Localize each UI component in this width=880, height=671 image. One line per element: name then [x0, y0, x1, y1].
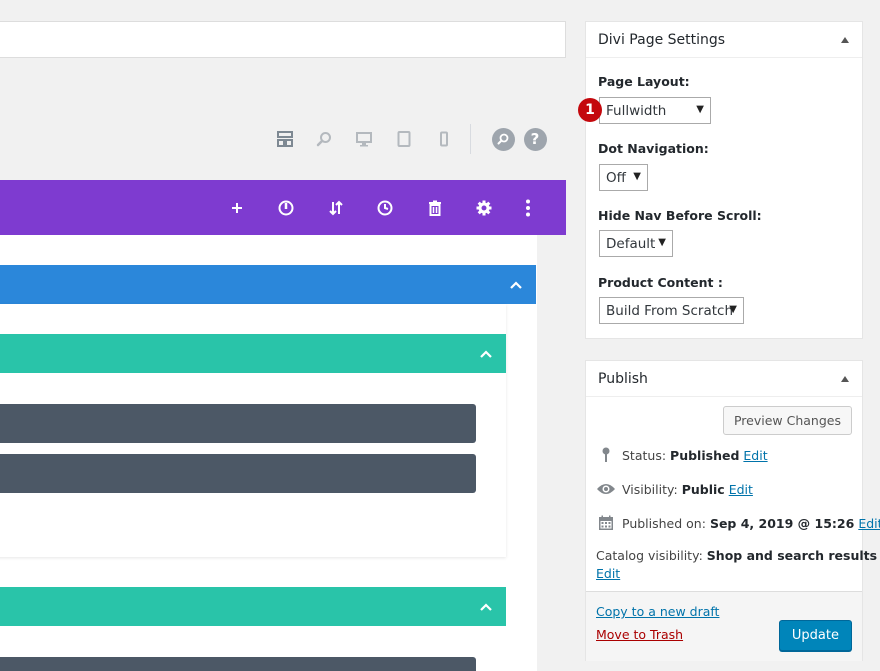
hide-nav-label: Hide Nav Before Scroll:	[598, 208, 762, 223]
page-layout-select[interactable]: Fullwidth ▼	[599, 97, 711, 124]
divi-page-settings-panel: Divi Page Settings Page Layout: Fullwidt…	[585, 21, 863, 339]
eye-icon	[596, 480, 616, 498]
panel-title: Publish	[598, 370, 648, 387]
calendar-icon	[596, 514, 616, 532]
panel-header[interactable]: Divi Page Settings	[586, 22, 862, 58]
visibility-row: Visibility: Public Edit	[596, 480, 753, 498]
published-on-row: Published on: Sep 4, 2019 @ 15:26 Edit	[596, 514, 880, 532]
visibility-label: Visibility:	[622, 481, 678, 497]
post-title-input[interactable]	[0, 21, 566, 58]
help-label: ?	[523, 127, 547, 151]
dot-navigation-label: Dot Navigation:	[598, 141, 709, 156]
wireframe-view-icon[interactable]	[270, 124, 300, 154]
dropdown-arrow-icon: ▼	[729, 304, 737, 315]
add-icon[interactable]	[222, 193, 252, 223]
panel-title: Divi Page Settings	[598, 31, 726, 48]
zoom-icon[interactable]	[309, 124, 339, 154]
panel-header[interactable]: Publish	[586, 361, 862, 397]
product-content-label: Product Content :	[598, 275, 723, 290]
update-button[interactable]: Update	[778, 620, 852, 651]
row-bar[interactable]	[0, 265, 536, 304]
catalog-visibility-value: Shop and search results	[706, 548, 878, 563]
product-content-select[interactable]: Build From Scratch ▼	[599, 297, 744, 324]
section-bar[interactable]	[0, 180, 566, 235]
phone-view-icon[interactable]	[429, 124, 459, 154]
step-number-badge: 1	[578, 98, 602, 122]
dot-navigation-value: Off	[606, 169, 626, 186]
settings-icon[interactable]	[469, 193, 499, 223]
search-icon[interactable]	[488, 124, 518, 154]
published-on-value: Sep 4, 2019 @ 15:26	[709, 515, 855, 531]
visibility-value: Public	[681, 481, 725, 497]
column-bar[interactable]	[0, 587, 506, 626]
catalog-visibility-row: Catalog visibility: Shop and search resu…	[596, 548, 877, 563]
status-row: Status: Published Edit	[596, 446, 768, 464]
sort-icon[interactable]	[321, 193, 351, 223]
module-bar[interactable]	[0, 404, 476, 443]
product-content-value: Build From Scratch	[606, 302, 734, 319]
collapse-arrow-icon[interactable]	[841, 376, 849, 382]
preview-changes-button[interactable]: Preview Changes	[722, 406, 852, 435]
more-icon[interactable]	[513, 193, 543, 223]
edit-date-link[interactable]: Edit	[858, 516, 880, 531]
dropdown-arrow-icon: ▼	[633, 171, 641, 182]
trash-icon[interactable]	[420, 193, 450, 223]
chevron-up-icon[interactable]	[508, 277, 524, 293]
history-icon[interactable]	[370, 193, 400, 223]
page-layout-value: Fullwidth	[606, 102, 667, 119]
module-bar[interactable]	[0, 454, 476, 493]
power-icon[interactable]	[271, 193, 301, 223]
chevron-up-icon[interactable]	[478, 599, 494, 615]
publish-panel: Publish Preview Changes Status: Publishe…	[585, 360, 880, 661]
catalog-visibility-label: Catalog visibility:	[596, 548, 703, 563]
hide-nav-select[interactable]: Default ▼	[599, 230, 673, 257]
module-bar[interactable]	[0, 657, 476, 671]
copy-draft-link[interactable]: Copy to a new draft	[596, 604, 719, 619]
hide-nav-value: Default	[606, 235, 656, 252]
tablet-view-icon[interactable]	[389, 124, 419, 154]
page-layout-label: Page Layout:	[598, 74, 690, 89]
collapse-arrow-icon[interactable]	[841, 37, 849, 43]
published-on-label: Published on:	[622, 515, 706, 531]
help-icon[interactable]: ?	[520, 124, 550, 154]
pin-icon	[596, 446, 616, 464]
dot-navigation-select[interactable]: Off ▼	[599, 164, 648, 191]
status-label: Status:	[622, 447, 667, 463]
status-value: Published	[670, 447, 740, 463]
column-bar[interactable]	[0, 334, 506, 373]
move-to-trash-link[interactable]: Move to Trash	[596, 627, 683, 642]
desktop-view-icon[interactable]	[349, 124, 379, 154]
edit-visibility-link[interactable]: Edit	[729, 482, 753, 497]
edit-status-link[interactable]: Edit	[743, 448, 767, 463]
toolbar-divider	[470, 124, 471, 154]
publish-actions: Copy to a new draft Move to Trash Update	[586, 591, 862, 661]
dropdown-arrow-icon: ▼	[696, 104, 704, 115]
chevron-up-icon[interactable]	[478, 346, 494, 362]
edit-catalog-link[interactable]: Edit	[596, 566, 620, 581]
dropdown-arrow-icon: ▼	[658, 237, 666, 248]
